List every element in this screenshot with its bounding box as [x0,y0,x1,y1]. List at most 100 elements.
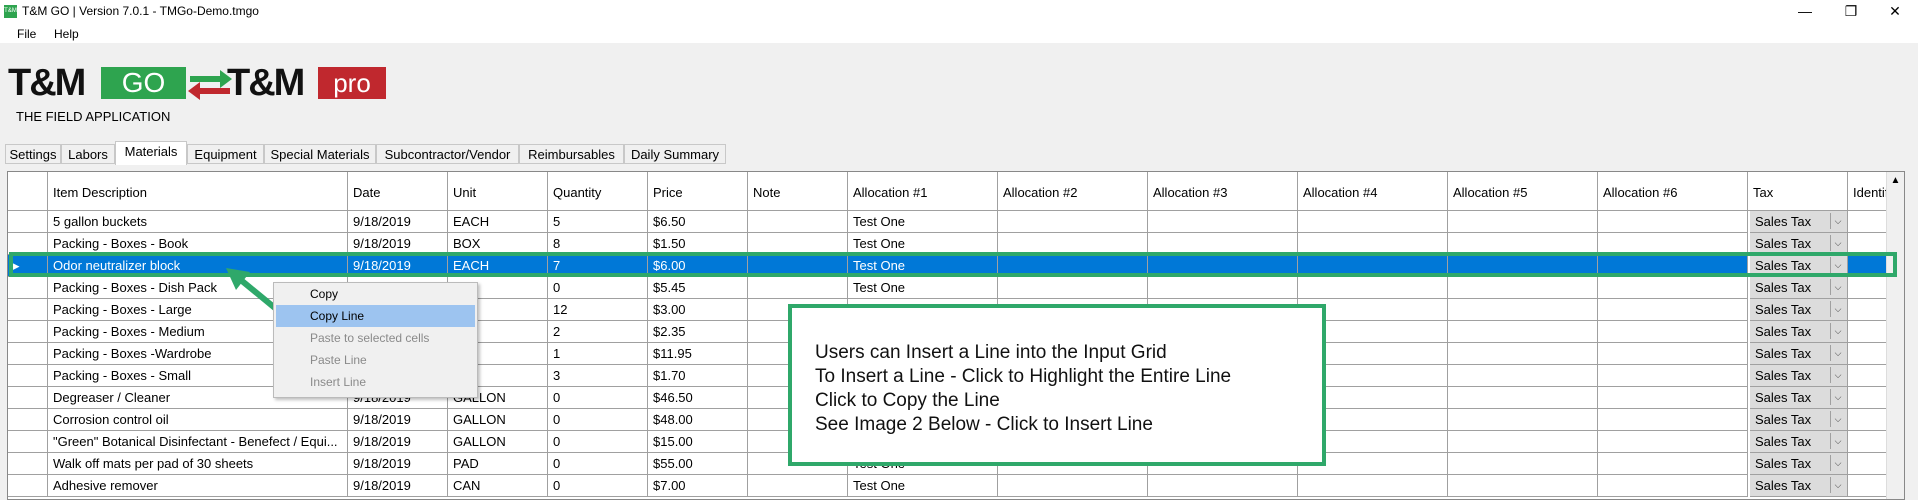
chevron-down-icon[interactable]: ⌵ [1830,323,1845,339]
cell-allocation-1[interactable]: Test One [848,475,998,497]
cell-allocation-6[interactable] [1598,453,1748,475]
cell-date[interactable]: 9/18/2019 [348,453,448,475]
cell-price[interactable]: $48.00 [648,409,748,431]
cell-quantity[interactable]: 0 [548,453,648,475]
cell-tax[interactable]: Sales Tax ⌵ [1750,343,1848,365]
cell-quantity[interactable]: 12 [548,299,648,321]
cell-price[interactable]: $6.50 [648,211,748,233]
chevron-down-icon[interactable]: ⌵ [1830,411,1845,427]
cell-price[interactable]: $2.35 [648,321,748,343]
cell-tax[interactable]: Sales Tax ⌵ [1750,321,1848,343]
cell-allocation-6[interactable] [1598,299,1748,321]
cell-allocation-5[interactable] [1448,211,1598,233]
cell-quantity[interactable]: 5 [548,211,648,233]
table-row[interactable]: Adhesive remover 9/18/2019 CAN 0 $7.00 Test O… [8,475,1904,497]
chevron-down-icon[interactable]: ⌵ [1830,301,1845,317]
cell-note[interactable] [748,277,848,299]
tab-subcontractor-vendor[interactable]: Subcontractor/Vendor [376,144,519,164]
cell-allocation-1[interactable]: Test One [848,277,998,299]
row-selector[interactable] [8,211,48,233]
ctx-copy[interactable]: Copy [276,283,475,305]
cell-unit[interactable]: GALLON [448,409,548,431]
restore-icon[interactable]: ❐ [1828,0,1874,23]
cell-quantity[interactable]: 0 [548,387,648,409]
cell-date[interactable]: 9/18/2019 [348,211,448,233]
cell-allocation-5[interactable] [1448,365,1598,387]
cell-tax[interactable]: Sales Tax ⌵ [1750,277,1848,299]
table-row[interactable]: 5 gallon buckets 9/18/2019 EACH 5 $6.50 Test … [8,211,1904,233]
tab-daily-summary[interactable]: Daily Summary [624,144,726,164]
cell-allocation-5[interactable] [1448,277,1598,299]
cell-note[interactable] [748,211,848,233]
cell-tax[interactable]: Sales Tax ⌵ [1750,365,1848,387]
cell-tax[interactable]: Sales Tax ⌵ [1750,453,1848,475]
cell-allocation-4[interactable] [1298,475,1448,497]
cell-allocation-3[interactable] [1148,211,1298,233]
cell-allocation-6[interactable] [1598,387,1748,409]
cell-allocation-6[interactable] [1598,365,1748,387]
tab-materials[interactable]: Materials [115,141,187,165]
row-selector[interactable] [8,365,48,387]
tab-reimbursables[interactable]: Reimbursables [519,144,624,164]
chevron-down-icon[interactable]: ⌵ [1830,367,1845,383]
cell-allocation-5[interactable] [1448,431,1598,453]
cell-allocation-6[interactable] [1598,431,1748,453]
cell-quantity[interactable]: 0 [548,431,648,453]
cell-unit[interactable]: PAD [448,453,548,475]
cell-allocation-1[interactable]: Test One [848,211,998,233]
row-selector[interactable] [8,409,48,431]
tab-equipment[interactable]: Equipment [187,144,264,164]
row-selector[interactable] [8,453,48,475]
column-header-allocation-1[interactable]: Allocation #1 [848,172,998,210]
cell-allocation-6[interactable] [1598,475,1748,497]
cell-quantity[interactable]: 0 [548,409,648,431]
cell-allocation-5[interactable] [1448,299,1598,321]
cell-tax[interactable]: Sales Tax ⌵ [1750,387,1848,409]
tab-special-materials[interactable]: Special Materials [264,144,376,164]
cell-allocation-2[interactable] [998,475,1148,497]
row-selector[interactable] [8,321,48,343]
cell-date[interactable]: 9/18/2019 [348,475,448,497]
cell-price[interactable]: $3.00 [648,299,748,321]
row-selector[interactable] [8,343,48,365]
cell-item-description[interactable]: 5 gallon buckets [48,211,348,233]
chevron-down-icon[interactable]: ⌵ [1830,235,1845,251]
cell-price[interactable]: $11.95 [648,343,748,365]
cell-allocation-6[interactable] [1598,409,1748,431]
row-selector[interactable] [8,299,48,321]
cell-price[interactable]: $55.00 [648,453,748,475]
minimize-icon[interactable]: — [1782,0,1828,23]
ctx-paste-selected-cells[interactable]: Paste to selected cells [276,327,475,349]
cell-quantity[interactable]: 3 [548,365,648,387]
vertical-scrollbar[interactable]: ▲ [1886,172,1904,499]
cell-tax[interactable]: Sales Tax ⌵ [1750,409,1848,431]
cell-quantity[interactable]: 0 [548,277,648,299]
column-header-price[interactable]: Price [648,172,748,210]
cell-item-description[interactable]: Walk off mats per pad of 30 sheets [48,453,348,475]
column-header-note[interactable]: Note [748,172,848,210]
cell-tax[interactable]: Sales Tax ⌵ [1750,475,1848,497]
cell-price[interactable]: $7.00 [648,475,748,497]
cell-allocation-4[interactable] [1298,211,1448,233]
row-selector[interactable] [8,387,48,409]
cell-allocation-6[interactable] [1598,321,1748,343]
cell-allocation-6[interactable] [1598,277,1748,299]
cell-tax[interactable]: Sales Tax ⌵ [1750,211,1848,233]
column-header-date[interactable]: Date [348,172,448,210]
cell-unit[interactable]: CAN [448,475,548,497]
cell-allocation-2[interactable] [998,277,1148,299]
cell-price[interactable]: $5.45 [648,277,748,299]
cell-note[interactable] [748,475,848,497]
cell-allocation-3[interactable] [1148,475,1298,497]
chevron-down-icon[interactable]: ⌵ [1830,345,1845,361]
cell-tax[interactable]: Sales Tax ⌵ [1750,299,1848,321]
row-selector[interactable] [8,431,48,453]
row-selector[interactable] [8,277,48,299]
cell-quantity[interactable]: 0 [548,475,648,497]
column-header-allocation-4[interactable]: Allocation #4 [1298,172,1448,210]
cell-unit[interactable]: EACH [448,211,548,233]
cell-price[interactable]: $46.50 [648,387,748,409]
cell-allocation-2[interactable] [998,211,1148,233]
menu-file[interactable]: File [17,27,36,41]
tab-settings[interactable]: Settings [5,144,61,164]
